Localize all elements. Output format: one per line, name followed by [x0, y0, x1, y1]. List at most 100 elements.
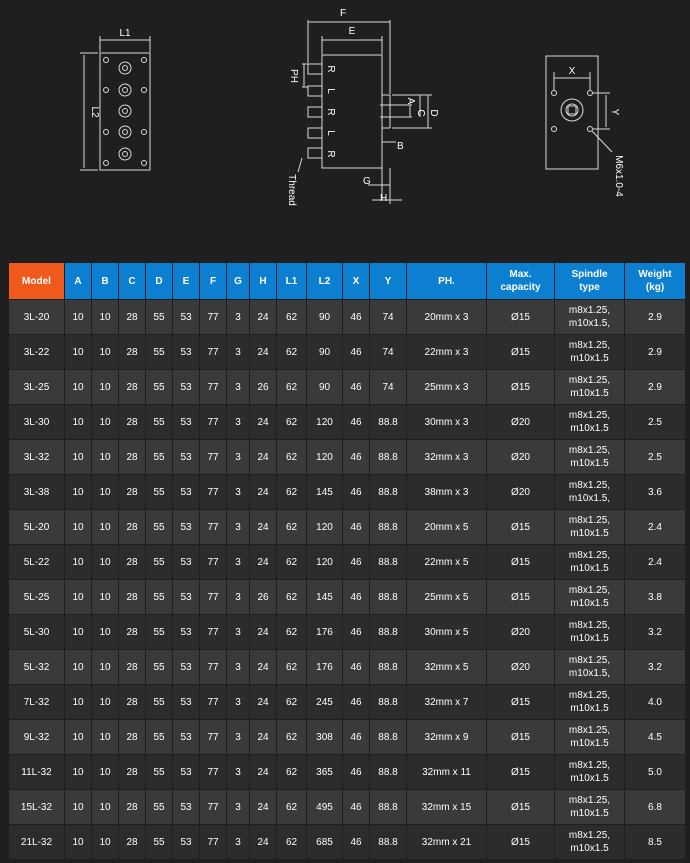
table-row: 3L-30 10 10 28 55 53 77 3 24 62 120 46 88.8 30mm x 3Ø…	[8, 404, 686, 440]
table-cell: 5L-32	[8, 649, 65, 685]
col-header: G	[226, 262, 250, 300]
label-a: A	[405, 98, 416, 105]
table-cell: 28	[118, 684, 146, 720]
table-cell: 28	[118, 299, 146, 335]
table-row: 9L-32 10 10 28 55 53 77 3 24 62 308 46 88.8 32mm x 9Ø…	[8, 719, 686, 755]
table-cell: 365	[306, 754, 343, 790]
table-cell: 62	[276, 544, 307, 580]
table-cell: 24	[249, 649, 277, 685]
table-cell: 53	[172, 369, 200, 405]
table-cell: Ø20	[486, 474, 555, 510]
col-header: D	[145, 262, 173, 300]
col-header: X	[342, 262, 370, 300]
table-cell: 55	[145, 369, 173, 405]
table-cell: 10	[91, 544, 119, 580]
table-cell: 24	[249, 474, 277, 510]
table-cell: 53	[172, 544, 200, 580]
table-cell: 10	[64, 369, 92, 405]
table-cell: m8x1.25, m10x1.5	[554, 439, 625, 475]
table-cell: 77	[199, 369, 227, 405]
table-cell: 3	[226, 649, 250, 685]
table-cell: 55	[145, 334, 173, 370]
table-cell: 24	[249, 789, 277, 825]
col-header: Max. capacity	[486, 262, 555, 300]
table-cell: 10	[64, 579, 92, 615]
table-cell: 53	[172, 754, 200, 790]
table-cell: 10	[91, 789, 119, 825]
table-row: 3L-20 10 10 28 55 53 77 3 24 62 90 46 74 20mm x 3 Ø15 m…	[8, 299, 686, 335]
table-cell: 77	[199, 474, 227, 510]
label-x: X	[569, 66, 576, 77]
table-cell: 88.8	[369, 649, 407, 685]
col-header: L1	[276, 262, 307, 300]
table-cell: 55	[145, 684, 173, 720]
table-cell: 3	[226, 299, 250, 335]
table-cell: 10	[64, 404, 92, 440]
table-cell: 46	[342, 544, 370, 580]
table-cell: 88.8	[369, 824, 407, 860]
table-cell: m8x1.25, m10x1.5	[554, 334, 625, 370]
table-cell: 55	[145, 509, 173, 545]
label-l-1: L	[325, 88, 336, 94]
table-cell: 55	[145, 544, 173, 580]
table-cell: 10	[64, 299, 92, 335]
label-m6: M6x1.0-4	[613, 155, 624, 197]
table-cell: 32mm x 11	[406, 754, 487, 790]
table-cell: 53	[172, 579, 200, 615]
table-cell: 3.8	[624, 579, 686, 615]
table-cell: 10	[64, 614, 92, 650]
table-cell: 55	[145, 404, 173, 440]
table-cell: 46	[342, 719, 370, 755]
table-cell: 46	[342, 369, 370, 405]
table-cell: 62	[276, 334, 307, 370]
table-cell: 88.8	[369, 439, 407, 475]
table-cell: 32mm x 3	[406, 439, 487, 475]
table-cell: 10	[91, 579, 119, 615]
table-cell: m8x1.25, m10x1.5	[554, 404, 625, 440]
table-row: 3L-32 10 10 28 55 53 77 3 24 62 120 46 88.8 32mm x 3Ø…	[8, 439, 686, 475]
col-header: Y	[369, 262, 407, 300]
table-cell: Ø15	[486, 824, 555, 860]
label-l-2: L	[325, 130, 336, 136]
table-cell: 2.9	[624, 299, 686, 335]
table-cell: 20mm x 3	[406, 299, 487, 335]
table-cell: 21L-32	[8, 824, 65, 860]
table-cell: Ø15	[486, 684, 555, 720]
table-cell: m8x1.25, m10x1.5,	[554, 299, 625, 335]
table-cell: 53	[172, 684, 200, 720]
table-cell: 28	[118, 509, 146, 545]
table-cell: 38mm x 3	[406, 474, 487, 510]
table-cell: 62	[276, 719, 307, 755]
table-cell: Ø20	[486, 649, 555, 685]
table-cell: 4.0	[624, 684, 686, 720]
table-cell: 55	[145, 754, 173, 790]
table-cell: 77	[199, 719, 227, 755]
table-cell: 30mm x 3	[406, 404, 487, 440]
table-cell: 77	[199, 439, 227, 475]
table-cell: 4.5	[624, 719, 686, 755]
label-g: G	[363, 176, 371, 187]
table-cell: 3.2	[624, 614, 686, 650]
table-cell: 53	[172, 649, 200, 685]
col-header: F	[199, 262, 227, 300]
table-cell: Ø15	[486, 719, 555, 755]
table-cell: m8x1.25, m10x1.5	[554, 684, 625, 720]
table-cell: 5L-30	[8, 614, 65, 650]
table-cell: 46	[342, 334, 370, 370]
table-row: 5L-20 10 10 28 55 53 77 3 24 62 120 46 88.8 20mm x 5Ø…	[8, 509, 686, 545]
col-header: C	[118, 262, 146, 300]
table-cell: 8.5	[624, 824, 686, 860]
table-cell: 3	[226, 439, 250, 475]
table-cell: 10	[64, 684, 92, 720]
table-cell: 28	[118, 334, 146, 370]
table-cell: 10	[64, 824, 92, 860]
table-cell: 3	[226, 334, 250, 370]
table-row: 5L-25 10 10 28 55 53 77 3 26 62 145 46 88.8 25mm x 5Ø…	[8, 579, 686, 615]
table-cell: 5L-25	[8, 579, 65, 615]
table-cell: 28	[118, 439, 146, 475]
table-cell: 685	[306, 824, 343, 860]
table-cell: 46	[342, 474, 370, 510]
table-cell: 28	[118, 404, 146, 440]
table-cell: 88.8	[369, 579, 407, 615]
table-cell: 53	[172, 509, 200, 545]
